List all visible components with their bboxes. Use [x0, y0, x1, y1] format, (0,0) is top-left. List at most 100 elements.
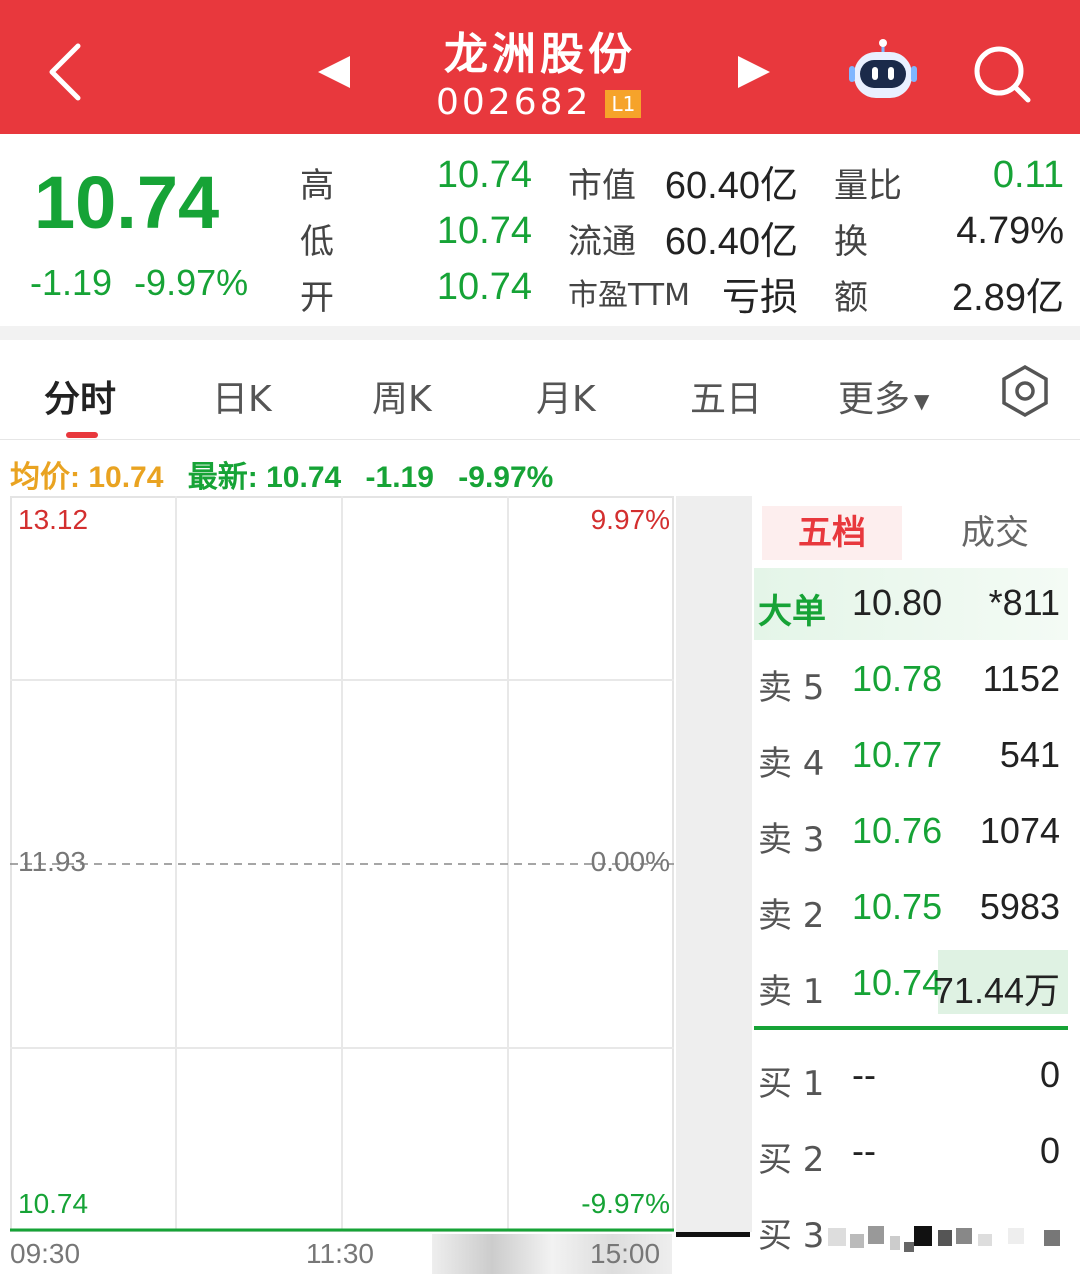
- tab-intraday[interactable]: 分时: [44, 370, 116, 422]
- tab-active-indicator: [66, 432, 98, 438]
- avg-price-label: 均价:: [10, 461, 80, 494]
- market-cap-label: 市值: [568, 166, 636, 206]
- order-label: 买 1: [758, 1064, 825, 1104]
- open-value: 10.74: [436, 266, 532, 308]
- high-label: 高: [300, 166, 334, 206]
- order-label: 买 2: [758, 1140, 825, 1180]
- order-row-ask1: 卖 1 10.74 71.44万: [754, 948, 1068, 1020]
- order-volume: *811: [988, 582, 1060, 623]
- chart-grid: [10, 496, 674, 1232]
- open-label: 开: [300, 278, 334, 318]
- price-change-pct: -9.97%: [134, 262, 249, 303]
- order-price: 10.77: [852, 734, 943, 775]
- amount-value: 2.89亿: [952, 277, 1064, 319]
- order-label: 卖 2: [758, 896, 825, 936]
- order-price: 10.78: [852, 658, 943, 699]
- dropdown-triangle-icon: ▼: [914, 389, 930, 413]
- order-price: 10.80: [852, 582, 943, 623]
- current-price: 10.74: [34, 161, 220, 244]
- tab-more-label: 更多: [838, 379, 911, 420]
- mosaic-blur: [828, 1226, 1060, 1252]
- float-cap-value: 60.40亿: [664, 221, 798, 263]
- latest-value: 10.74: [266, 461, 342, 494]
- stock-code: 002682: [436, 82, 592, 123]
- tab-trades[interactable]: 成交: [922, 506, 1068, 560]
- time-label-close: 15:00: [590, 1238, 661, 1269]
- y-axis-bottom: 10.74: [18, 1188, 89, 1219]
- order-price: --: [852, 1130, 876, 1171]
- order-row-ask3: 卖 3 10.76 1074: [754, 796, 1068, 868]
- order-row-ask4: 卖 4 10.77 541: [754, 720, 1068, 792]
- app-header: 龙洲股份 002682 L1: [0, 0, 1080, 134]
- section-divider: [0, 326, 1080, 340]
- stock-name: 龙洲股份: [444, 29, 636, 80]
- chart-side-panel: [676, 496, 752, 1232]
- order-row-ask2: 卖 2 10.75 5983: [754, 872, 1068, 944]
- tab-more[interactable]: 更多 ▼: [838, 370, 929, 422]
- order-row-bid1: 买 1 -- 0: [754, 1040, 1068, 1112]
- order-price: --: [852, 1054, 876, 1095]
- price-info-line: 均价: 10.74 最新: 10.74 -1.19 -9.97%: [10, 452, 553, 496]
- y-axis-mid: 11.93: [18, 846, 86, 877]
- float-cap-label: 流通: [568, 222, 636, 262]
- pe-label: 市盈TTM: [568, 278, 691, 313]
- settings-hexagon-icon[interactable]: [998, 364, 1052, 418]
- order-book: 五档 成交 大单 10.80 *811 卖 5 10.78 1152 卖 4 1…: [754, 500, 1068, 1276]
- order-label: 卖 3: [758, 820, 825, 860]
- order-label: 卖 5: [758, 668, 825, 708]
- y-axis-top: 13.12: [18, 504, 89, 535]
- low-label: 低: [300, 222, 334, 262]
- next-stock-icon[interactable]: [736, 54, 772, 90]
- tab-weekly-k[interactable]: 周K: [372, 370, 432, 422]
- tab-five-day[interactable]: 五日: [690, 370, 762, 422]
- order-price: 10.74: [852, 962, 943, 1003]
- intraday-chart[interactable]: 13.12 9.97% 11.93 0.00% 10.74 -9.97%: [10, 496, 674, 1236]
- price-change: -1.19: [30, 262, 113, 303]
- order-volume: 0: [1039, 1130, 1060, 1171]
- low-value: 10.74: [436, 210, 532, 252]
- volume-ratio-label: 量比: [834, 166, 902, 206]
- order-book-tabs: 五档 成交: [762, 506, 1068, 560]
- tab-five-levels[interactable]: 五档: [762, 506, 902, 560]
- order-price: 10.75: [852, 886, 943, 927]
- volume-ratio-value: 0.11: [992, 154, 1064, 196]
- order-label: 卖 1: [758, 972, 825, 1012]
- latest-change-pct: -9.97%: [458, 461, 554, 494]
- order-row-bid2: 买 2 -- 0: [754, 1116, 1068, 1188]
- latest-change: -1.19: [365, 461, 434, 494]
- order-volume: 1074: [979, 810, 1060, 851]
- avg-price-value: 10.74: [88, 461, 164, 494]
- turnover-value: 4.79%: [956, 210, 1064, 252]
- latest-label: 最新:: [187, 461, 258, 494]
- order-volume: 71.44万: [933, 970, 1060, 1011]
- ask-bid-separator: [754, 1026, 1068, 1030]
- order-label: 卖 4: [758, 744, 825, 784]
- order-price: 10.76: [852, 810, 943, 851]
- order-volume: 5983: [979, 886, 1060, 927]
- tab-monthly-k[interactable]: 月K: [536, 370, 596, 422]
- pct-axis-mid: 0.00%: [590, 846, 670, 877]
- order-label: 大单: [758, 592, 826, 632]
- market-cap-value: 60.40亿: [664, 165, 798, 207]
- time-label-open: 09:30: [10, 1238, 81, 1269]
- price-change-row: -1.19 -9.97%: [30, 262, 270, 304]
- level-badge: L1: [605, 90, 642, 118]
- timeline-marker: [676, 1232, 750, 1237]
- robot-assistant-icon[interactable]: [848, 38, 918, 104]
- time-label-midday: 11:30: [306, 1238, 374, 1269]
- high-value: 10.74: [436, 154, 532, 196]
- quote-panel: 10.74 -1.19 -9.97% 高 10.74 低 10.74 开 10.7…: [0, 134, 1080, 334]
- chart-tabs: 分时 日K 周K 月K 五日 更多 ▼: [0, 340, 1080, 440]
- pct-axis-top: 9.97%: [590, 504, 670, 535]
- order-row-ask5: 卖 5 10.78 1152: [754, 644, 1068, 716]
- turnover-label: 换: [834, 222, 868, 262]
- amount-label: 额: [834, 278, 868, 318]
- tab-daily-k[interactable]: 日K: [212, 370, 272, 422]
- order-label: 买 3: [758, 1216, 825, 1256]
- order-volume: 541: [999, 734, 1060, 775]
- order-row-large: 大单 10.80 *811: [754, 568, 1068, 640]
- search-icon[interactable]: [972, 44, 1032, 104]
- stock-code-row: 002682 L1: [436, 82, 642, 123]
- pct-axis-bottom: -9.97%: [581, 1188, 670, 1219]
- pe-value: 亏损: [721, 277, 798, 319]
